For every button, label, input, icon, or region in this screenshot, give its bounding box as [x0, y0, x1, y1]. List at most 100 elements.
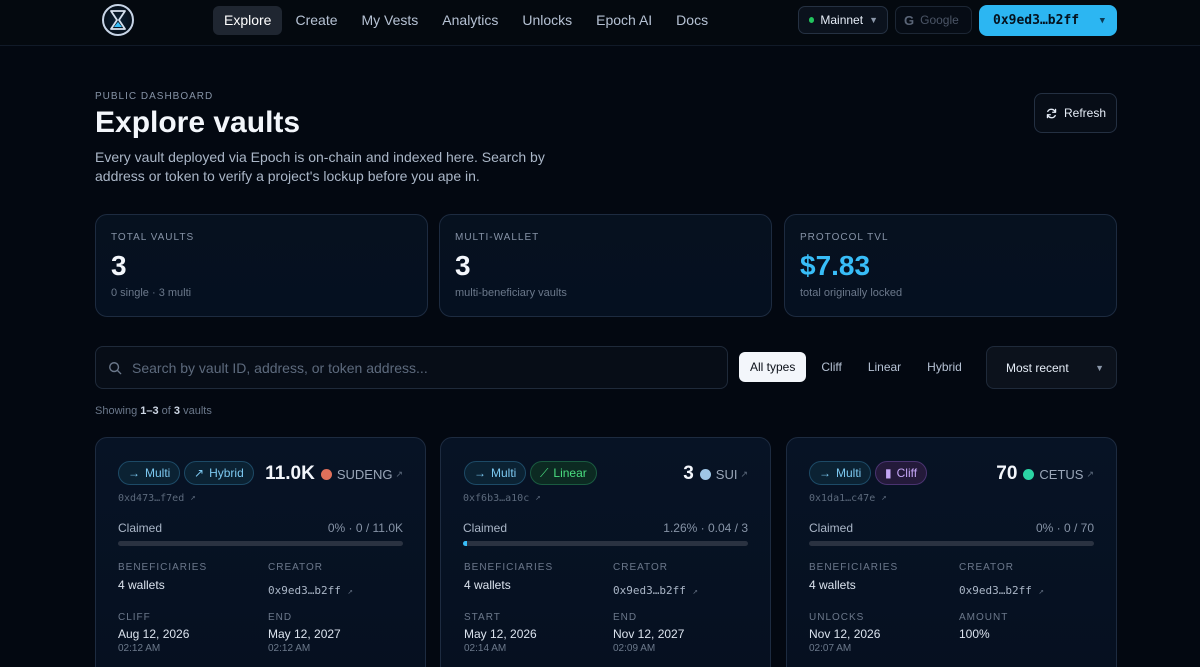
claimed-value: 1.26% · 0.04 / 3: [663, 521, 748, 535]
search-input[interactable]: [132, 359, 712, 376]
arrow-right-icon: →: [128, 466, 140, 480]
creator-label: CREATOR: [268, 562, 323, 573]
creator-value[interactable]: 0x9ed3…b2ff ↗: [959, 584, 1044, 597]
badge-label: Multi: [836, 466, 862, 480]
token-link[interactable]: SUDENG ↗: [320, 466, 403, 482]
linear-icon: ⟋: [540, 465, 549, 480]
external-link-icon: ↗: [347, 587, 353, 597]
badge-cliff: ▮ Cliff: [875, 461, 928, 485]
google-login-button[interactable]: G Google: [895, 6, 972, 34]
type-filters: All types Cliff Linear Hybrid: [739, 352, 973, 382]
claimed-progress-bar: [463, 541, 748, 546]
stat-total-vaults: TOTAL VAULTS 3 0 single · 3 multi: [95, 214, 428, 317]
vault-card[interactable]: → Multi ↗ Hybrid 11.0K SUDENG ↗ 0xd473…f7ed…: [95, 437, 426, 667]
trend-icon: ↗: [194, 466, 205, 480]
claimed-progress-bar: [118, 541, 403, 546]
network-label: Mainnet: [820, 13, 864, 27]
start-label: START: [464, 612, 501, 623]
token-link[interactable]: CETUS ↗: [1023, 467, 1094, 482]
end-label: END: [268, 612, 293, 623]
stat-sub: total originally locked: [800, 287, 903, 299]
page-title: Explore vaults: [95, 106, 301, 139]
vault-id[interactable]: 0xf6b3…a10c ↗: [463, 493, 541, 504]
badge-multi: → Multi: [464, 461, 527, 485]
network-status-icon: [809, 17, 815, 23]
claimed-label: Claimed: [809, 521, 854, 535]
creator-value[interactable]: 0x9ed3…b2ff ↗: [613, 584, 698, 597]
vault-card[interactable]: → Multi ⟋ Linear 3 SUI ↗ 0xf6b3…a10c ↗ Claim…: [440, 437, 771, 667]
external-link-icon: ↗: [1038, 587, 1044, 597]
end-date: May 12, 2027: [268, 627, 341, 641]
start-time: 02:14 AM: [464, 643, 507, 654]
vault-card[interactable]: → Multi ▮ Cliff 70 CETUS ↗ 0x1da1…c47e ↗ Cla…: [786, 437, 1117, 667]
stat-value: 3: [455, 250, 471, 281]
nav-explore[interactable]: Explore: [213, 6, 283, 35]
showing-prefix: Showing: [95, 405, 141, 417]
vault-id[interactable]: 0xd473…f7ed ↗: [118, 493, 196, 504]
cliff-time: 02:12 AM: [118, 643, 161, 654]
external-link-icon: ↗: [535, 493, 541, 503]
token-symbol: SUDENG: [336, 466, 393, 482]
end-label: END: [613, 612, 638, 623]
badge-label: Hybrid: [209, 466, 244, 480]
showing-range: 1–3: [140, 405, 159, 417]
nav-docs[interactable]: Docs: [665, 6, 719, 35]
vault-amount: 3 SUI ↗: [683, 463, 748, 485]
stat-sub: multi-beneficiary vaults: [455, 287, 567, 299]
top-nav: Explore Create My Vests Analytics Unlock…: [0, 0, 1200, 46]
cliff-date: Aug 12, 2026: [118, 627, 190, 641]
unlocks-time: 02:07 AM: [809, 643, 852, 654]
end-date: Nov 12, 2027: [613, 627, 685, 641]
sort-select[interactable]: Most recent ▼: [986, 346, 1117, 389]
badge-hybrid: ↗ Hybrid: [184, 461, 254, 485]
chevron-down-icon: ▼: [1095, 362, 1104, 373]
vault-id-text: 0x1da1…c47e: [809, 493, 876, 504]
token-link[interactable]: SUI ↗: [699, 466, 748, 482]
vault-amount: 70 CETUS ↗: [996, 463, 1094, 485]
external-link-icon: ↗: [190, 493, 196, 503]
nav-unlocks[interactable]: Unlocks: [511, 6, 583, 35]
beneficiaries-label: BENEFICIARIES: [118, 562, 208, 573]
beneficiaries-value: 4 wallets: [464, 578, 511, 592]
filter-cliff[interactable]: Cliff: [810, 352, 852, 382]
showing-mid: of: [158, 405, 174, 417]
claimed-progress-bar: [809, 541, 1094, 546]
creator-address: 0x9ed3…b2ff: [959, 584, 1032, 597]
filter-linear[interactable]: Linear: [857, 352, 912, 382]
token-symbol: CETUS: [1039, 466, 1084, 482]
stat-label: TOTAL VAULTS: [111, 232, 195, 243]
start-date: May 12, 2026: [464, 627, 537, 641]
filter-hybrid[interactable]: Hybrid: [916, 352, 973, 382]
amount-label: AMOUNT: [959, 612, 1009, 623]
page-subtitle: Every vault deployed via Epoch is on-cha…: [95, 149, 545, 184]
stat-label: PROTOCOL TVL: [800, 232, 889, 243]
nav-create[interactable]: Create: [284, 6, 348, 35]
badge-label: Linear: [553, 466, 587, 480]
epoch-logo-icon[interactable]: [102, 4, 134, 36]
refresh-button[interactable]: Refresh: [1034, 93, 1117, 133]
creator-value[interactable]: 0x9ed3…b2ff ↗: [268, 584, 353, 597]
badge-linear: ⟋ Linear: [530, 461, 597, 485]
wallet-button[interactable]: 0x9ed3…b2ff ▼: [979, 5, 1117, 36]
unlocks-date: Nov 12, 2026: [809, 627, 881, 641]
sui-token-icon: [699, 468, 711, 480]
end-time: 02:12 AM: [268, 643, 311, 654]
google-icon: G: [904, 12, 915, 28]
nav-my-vests[interactable]: My Vests: [351, 6, 430, 35]
token-symbol: SUI: [715, 466, 738, 482]
end-time: 02:09 AM: [613, 643, 656, 654]
external-link-icon: ↗: [740, 468, 748, 479]
network-selector[interactable]: Mainnet ▼: [798, 6, 888, 34]
vault-id[interactable]: 0x1da1…c47e ↗: [809, 493, 887, 504]
nav-analytics[interactable]: Analytics: [431, 6, 509, 35]
beneficiaries-label: BENEFICIARIES: [809, 562, 899, 573]
stat-sub: 0 single · 3 multi: [111, 287, 192, 299]
claimed-value: 0% · 0 / 70: [1035, 521, 1094, 535]
sudeng-token-icon: [320, 468, 332, 480]
nav-epoch-ai[interactable]: Epoch AI: [585, 6, 663, 35]
stat-protocol-tvl: PROTOCOL TVL $7.83 total originally lock…: [784, 214, 1117, 317]
arrow-right-icon: →: [474, 466, 486, 480]
creator-address: 0x9ed3…b2ff: [613, 584, 686, 597]
refresh-label: Refresh: [1063, 106, 1107, 120]
filter-all-types[interactable]: All types: [739, 352, 807, 382]
